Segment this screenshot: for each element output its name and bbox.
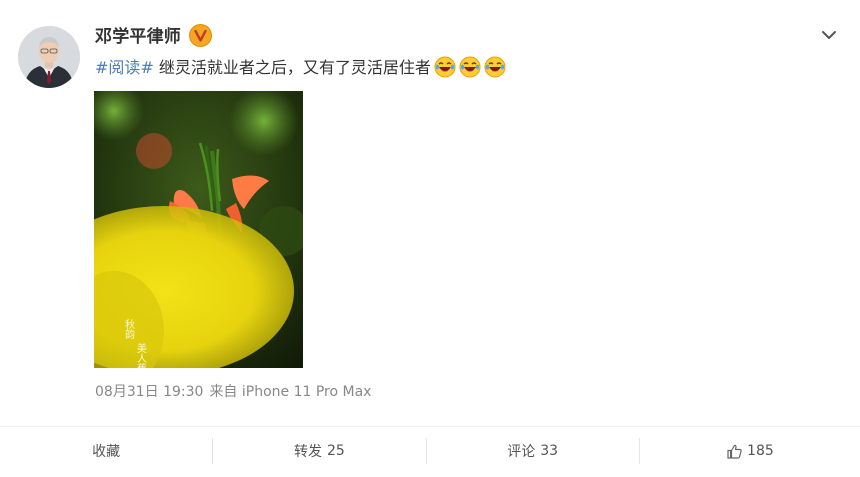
action-bar: 收藏 转发 25 评论 33 185 <box>0 426 860 475</box>
comment-button[interactable]: 评论 33 <box>427 427 639 475</box>
comment-count: 33 <box>540 443 559 459</box>
post-image[interactable]: 秋韵 美人蕉 <box>94 91 303 368</box>
chevron-down-icon[interactable] <box>820 26 838 44</box>
post-source[interactable]: 来自 iPhone 11 Pro Max <box>209 384 371 400</box>
comment-label: 评论 <box>507 444 536 460</box>
like-count: 185 <box>747 443 774 459</box>
post-time[interactable]: 08月31日 19:30 <box>95 384 203 400</box>
laughing-crying-emoji-icon <box>434 56 456 78</box>
favorite-button[interactable]: 收藏 <box>0 427 212 475</box>
repost-label: 转发 <box>293 444 322 460</box>
hashtag-link[interactable]: #阅读# <box>95 58 154 77</box>
post-text: #阅读# 继灵活就业者之后，又有了灵活居住者 <box>95 56 506 79</box>
favorite-label: 收藏 <box>92 444 121 460</box>
image-caption-left: 秋韵 <box>123 318 135 340</box>
post-meta: 08月31日 19:30 来自 iPhone 11 Pro Max <box>95 381 371 401</box>
image-caption-right: 美人蕉 <box>135 342 147 368</box>
thumbs-up-icon <box>727 444 742 459</box>
like-button[interactable]: 185 <box>640 427 860 475</box>
author-avatar[interactable] <box>18 26 80 88</box>
laughing-crying-emoji-icon <box>484 56 506 78</box>
weibo-post-card: 邓学平律师 #阅读# 继灵活就业者之后，又有了灵活居住者 秋韵 美人蕉 08月3… <box>0 0 860 477</box>
person-avatar-image <box>18 26 80 88</box>
author-name[interactable]: 邓学平律师 <box>95 22 181 47</box>
repost-count: 25 <box>326 443 345 459</box>
repost-button[interactable]: 转发 25 <box>213 427 425 475</box>
laughing-crying-emoji-icon <box>459 56 481 78</box>
post-body-text: 继灵活就业者之后，又有了灵活居住者 <box>153 58 431 77</box>
verified-badge-icon[interactable] <box>189 24 212 47</box>
